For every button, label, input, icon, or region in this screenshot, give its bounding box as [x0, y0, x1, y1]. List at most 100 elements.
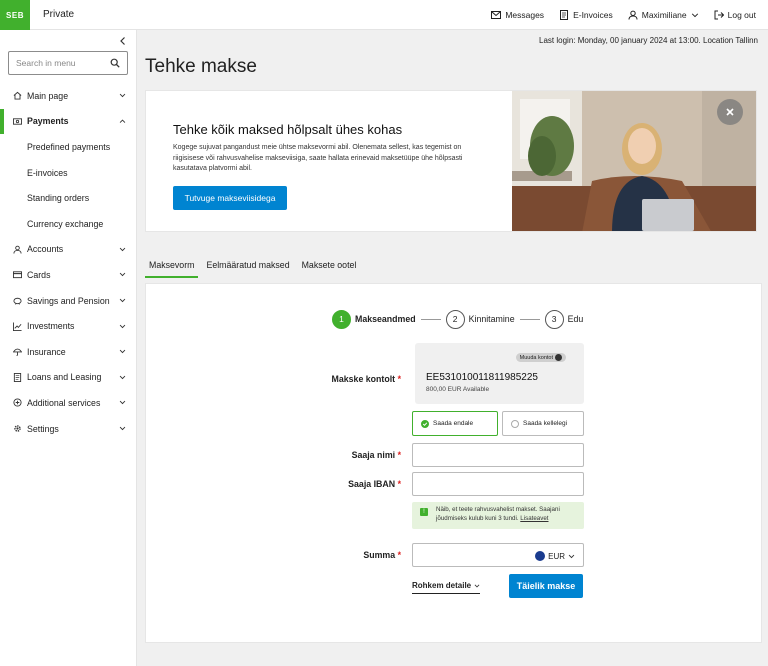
step-label: Makseandmed: [355, 314, 416, 324]
einvoices-link[interactable]: E-Invoices: [559, 10, 613, 20]
search-placeholder: Search in menu: [16, 58, 76, 68]
chevron-down-icon: [119, 426, 126, 431]
change-account-label: Muuda kontot: [519, 354, 553, 361]
chevron-down-icon: [119, 94, 126, 98]
more-details-toggle[interactable]: Rohkem detaile: [412, 581, 481, 594]
sidebar-item-insurance[interactable]: Insurance: [0, 339, 136, 365]
chevron-down-icon: [119, 375, 126, 380]
logout-link[interactable]: Log out: [714, 10, 756, 20]
chevron-up-icon: [119, 119, 126, 123]
step-number: 3: [544, 309, 564, 329]
tab-maksete-ootel[interactable]: Maksete ootel: [298, 258, 361, 278]
iban-input[interactable]: [412, 472, 584, 496]
step-label: Edu: [567, 314, 584, 324]
brand-label: Private: [43, 9, 75, 20]
card-icon: [13, 271, 22, 279]
messages-label: Messages: [505, 10, 545, 20]
chevron-left-icon[interactable]: [118, 36, 128, 46]
sidebar-item-payments[interactable]: Payments: [0, 108, 136, 135]
sidebar-item-label: Additional services: [27, 397, 101, 408]
required-mark: *: [397, 450, 401, 460]
sidebar-item-savings[interactable]: Savings and Pension: [0, 288, 136, 314]
sidebar-item-label: Currency exchange: [27, 218, 104, 229]
amount-label-text: Summa: [363, 550, 396, 560]
account-label-text: Makske kontolt: [331, 374, 396, 384]
step-3: 3 Edu: [544, 309, 584, 329]
recipient-name-label-text: Saaja nimi: [351, 450, 396, 460]
complete-payment-button[interactable]: Täielik makse: [509, 574, 583, 598]
chart-icon: [13, 322, 22, 331]
step-connector: [519, 318, 540, 320]
sidebar-item-label: Loans and Leasing: [27, 372, 102, 383]
amount-label: Summa *: [281, 550, 401, 560]
user-menu[interactable]: Maximiliane: [628, 10, 699, 20]
iban-label: Saaja IBAN *: [281, 479, 401, 489]
payment-form-card: 1 Makseandmed 2 Kinnitamine 3 Edu Makske…: [145, 283, 762, 643]
sidebar-subitem-standing-orders[interactable]: Standing orders: [0, 185, 136, 211]
sidebar-item-settings[interactable]: Settings: [0, 416, 136, 442]
top-bar: SEB Private Messages E-Invoices Maximili…: [0, 0, 768, 30]
sidebar-item-label: Accounts: [27, 244, 64, 255]
search-icon: [110, 58, 120, 68]
info-icon: !: [420, 508, 428, 516]
step-2: 2 Kinnitamine: [445, 309, 515, 329]
tab-maksevorm[interactable]: Maksevorm: [145, 258, 199, 278]
learn-more-link[interactable]: Lisateavet: [520, 515, 548, 522]
recipient-name-input[interactable]: [412, 443, 584, 467]
sidebar-item-label: Main page: [27, 90, 69, 101]
sidebar-subitem-e-invoices[interactable]: E-invoices: [0, 160, 136, 186]
promo-banner: Tehke kõik maksed hõlpsalt ühes kohas Ko…: [145, 90, 757, 232]
send-to-self-option[interactable]: Saada endale: [412, 411, 498, 436]
eu-flag-icon: [535, 551, 546, 561]
sidebar-item-label: Settings: [27, 423, 59, 434]
gear-icon: [14, 425, 21, 432]
chevron-down-icon: [119, 298, 126, 303]
sidebar-subitem-currency-exchange[interactable]: Currency exchange: [0, 211, 136, 237]
banner-title: Tehke kõik maksed hõlpsalt ühes kohas: [173, 122, 403, 137]
sidebar-item-investments[interactable]: Investments: [0, 313, 136, 339]
menu-search-input[interactable]: Search in menu: [8, 51, 128, 75]
send-to-self-label: Saada endale: [433, 420, 474, 427]
banner-close-button[interactable]: [717, 99, 743, 125]
page-title: Tehke makse: [145, 56, 257, 77]
amount-input[interactable]: EUR: [412, 543, 584, 567]
send-to-other-option[interactable]: Saada kellelegi: [502, 411, 584, 436]
send-to-other-label: Saada kellelegi: [523, 420, 568, 427]
sidebar-item-accounts[interactable]: Accounts: [0, 237, 136, 263]
chevron-down-icon: [119, 401, 126, 405]
step-1: 1 Makseandmed: [332, 309, 416, 329]
chevron-down-icon: [555, 354, 562, 361]
account-number: EE531010011811985225: [426, 372, 538, 383]
account-selector[interactable]: Muuda kontot EE531010011811985225 800,00…: [415, 343, 584, 404]
sidebar-item-label: Savings and Pension: [27, 295, 110, 306]
envelope-icon: [491, 11, 502, 19]
check-circle-icon: [421, 419, 429, 428]
chevron-down-icon: [119, 324, 126, 328]
currency-code: EUR: [548, 551, 565, 561]
sidebar-item-cards[interactable]: Cards: [0, 262, 136, 288]
step-number: 2: [445, 309, 465, 329]
messages-link[interactable]: Messages: [491, 10, 544, 20]
sidebar-subitem-predefined-payments[interactable]: Predefined payments: [0, 134, 136, 160]
progress-stepper: 1 Makseandmed 2 Kinnitamine 3 Edu: [332, 309, 583, 329]
document-icon: [13, 372, 22, 382]
sidebar-menu: Main page Payments Predefined payments E…: [0, 83, 136, 441]
tab-eelmaaratud-maksed[interactable]: Eelmääratud maksed: [202, 258, 293, 278]
banner-cta-button[interactable]: Tutvuge makseviisidega: [173, 186, 287, 210]
sidebar-item-loans[interactable]: Loans and Leasing: [0, 365, 136, 391]
currency-selector[interactable]: EUR: [535, 551, 575, 561]
sidebar-item-label: Payments: [27, 116, 69, 127]
chevron-down-icon: [691, 13, 698, 18]
user-name: Maximiliane: [641, 10, 687, 20]
sidebar-item-additional-services[interactable]: Additional services: [0, 390, 136, 416]
step-connector: [420, 318, 441, 320]
logout-label: Log out: [727, 10, 756, 20]
top-nav: Messages E-Invoices Maximiliane Log out: [491, 0, 756, 30]
sidebar-item-main-page[interactable]: Main page: [0, 83, 136, 109]
chevron-down-icon: [119, 273, 126, 277]
chevron-down-icon: [568, 554, 575, 558]
sidebar: Search in menu Main page Payments Predef…: [0, 30, 137, 666]
radio-icon: [511, 419, 519, 428]
seb-logo[interactable]: SEB: [0, 0, 30, 30]
change-account-button[interactable]: Muuda kontot: [515, 353, 566, 362]
